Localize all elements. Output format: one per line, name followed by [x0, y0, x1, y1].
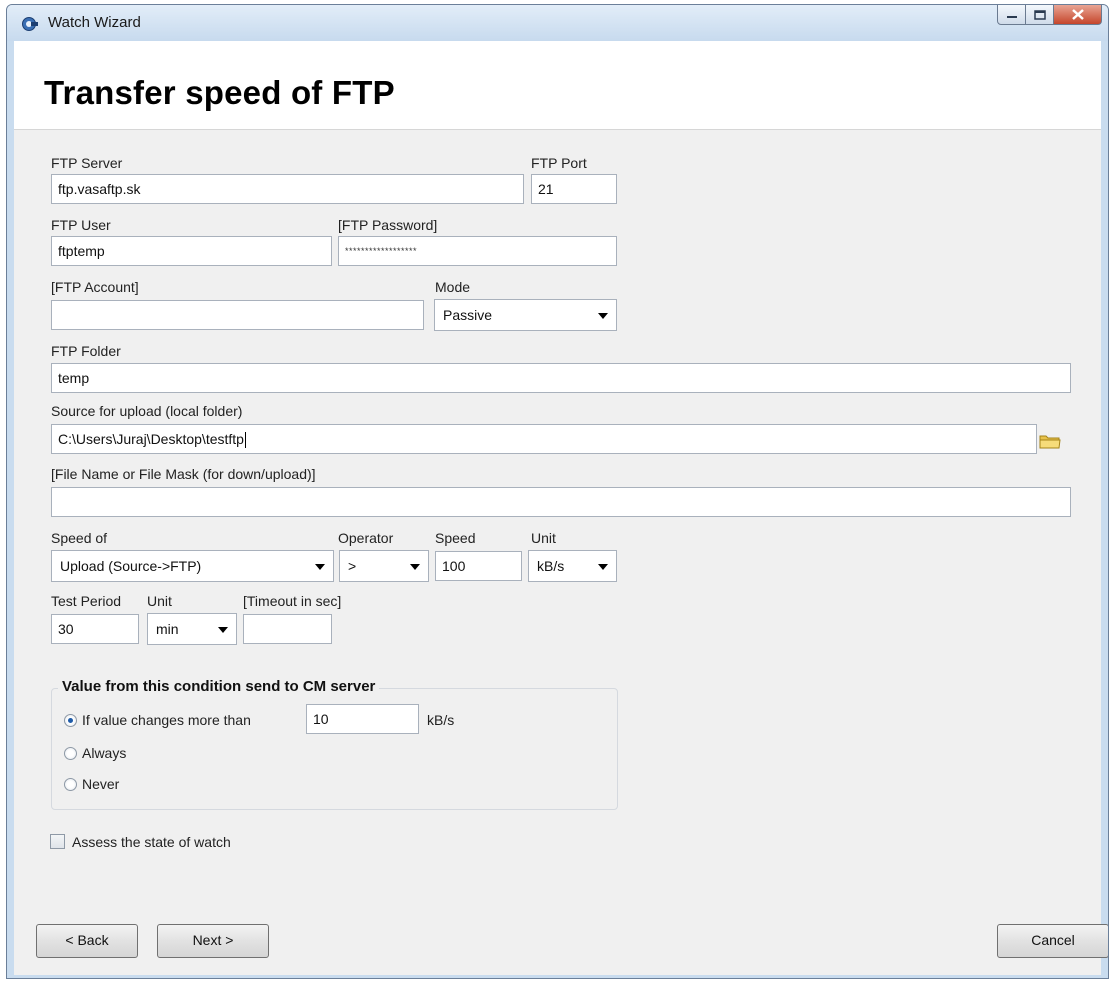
window-title: Watch Wizard — [48, 14, 141, 31]
close-icon — [1071, 9, 1084, 20]
ftp-account-label: [FTP Account] — [51, 279, 139, 295]
change-unit-label: kB/s — [427, 712, 455, 728]
radio-never-label[interactable]: Never — [82, 776, 119, 792]
ftp-password-input[interactable]: ****************** — [338, 236, 617, 266]
unit-label: Unit — [531, 530, 556, 546]
ftp-folder-label: FTP Folder — [51, 343, 121, 359]
wizard-window: Watch Wizard Transfer speed of FTP FTP S… — [6, 4, 1109, 979]
chevron-down-icon — [598, 564, 608, 570]
speed-of-label: Speed of — [51, 530, 108, 546]
radio-if-changes[interactable] — [64, 714, 77, 727]
timeout-input[interactable] — [243, 614, 332, 644]
ftp-user-input[interactable]: ftptemp — [51, 236, 332, 266]
file-mask-label: [File Name or File Mask (for down/upload… — [51, 466, 316, 482]
cancel-button[interactable]: Cancel — [997, 924, 1108, 958]
chevron-down-icon — [218, 627, 228, 633]
back-button[interactable]: < Back — [36, 924, 138, 958]
period-unit-select-value: min — [156, 621, 179, 637]
test-period-input[interactable]: 30 — [51, 614, 139, 644]
source-input-value: C:\Users\Juraj\Desktop\testftp — [58, 431, 244, 447]
ftp-server-input[interactable]: ftp.vasaftp.sk — [51, 174, 524, 204]
minimize-button[interactable] — [997, 5, 1026, 25]
radio-if-changes-label[interactable]: If value changes more than — [82, 712, 251, 728]
form-area: FTP Server ftp.vasaftp.sk FTP Port 21 FT… — [14, 129, 1108, 975]
ftp-password-label: [FTP Password] — [338, 217, 438, 233]
assess-state-checkbox[interactable] — [50, 834, 65, 849]
send-to-server-group-title: Value from this condition send to CM ser… — [58, 678, 380, 695]
minimize-icon — [1006, 15, 1017, 18]
period-unit-label: Unit — [147, 593, 172, 609]
file-mask-input[interactable] — [51, 487, 1071, 517]
operator-select[interactable]: > — [339, 550, 429, 582]
ftp-port-label: FTP Port — [531, 155, 587, 171]
change-threshold-input[interactable]: 10 — [306, 704, 419, 734]
title-bar[interactable]: Watch Wizard — [7, 5, 1108, 41]
app-icon — [22, 17, 38, 31]
operator-select-value: > — [348, 558, 357, 574]
ftp-folder-input[interactable]: temp — [51, 363, 1071, 393]
speed-of-select-value: Upload (Source->FTP) — [60, 558, 202, 574]
radio-always[interactable] — [64, 747, 77, 760]
speed-input[interactable]: 100 — [435, 551, 522, 581]
mode-label: Mode — [435, 279, 471, 295]
radio-always-label[interactable]: Always — [82, 745, 126, 761]
speed-label: Speed — [435, 530, 476, 546]
mode-select-value: Passive — [443, 307, 493, 323]
next-button[interactable]: Next > — [157, 924, 269, 958]
maximize-icon — [1033, 9, 1046, 20]
source-label: Source for upload (local folder) — [51, 403, 243, 419]
ftp-user-label: FTP User — [51, 217, 111, 233]
unit-select-value: kB/s — [537, 558, 565, 574]
unit-select[interactable]: kB/s — [528, 550, 617, 582]
chevron-down-icon — [410, 564, 420, 570]
assess-state-label[interactable]: Assess the state of watch — [72, 834, 231, 850]
mode-select[interactable]: Passive — [434, 299, 617, 331]
caption-buttons — [997, 5, 1102, 25]
ftp-port-input[interactable]: 21 — [531, 174, 617, 204]
test-period-label: Test Period — [51, 593, 122, 609]
ftp-account-input[interactable] — [51, 300, 424, 330]
speed-of-select[interactable]: Upload (Source->FTP) — [51, 550, 334, 582]
text-caret — [244, 432, 246, 449]
source-input[interactable]: C:\Users\Juraj\Desktop\testftp — [51, 424, 1037, 454]
browse-folder-icon[interactable] — [1038, 431, 1062, 451]
operator-label: Operator — [338, 530, 394, 546]
chevron-down-icon — [598, 313, 608, 319]
timeout-label: [Timeout in sec] — [243, 593, 342, 609]
chevron-down-icon — [315, 564, 325, 570]
period-unit-select[interactable]: min — [147, 613, 237, 645]
radio-never[interactable] — [64, 778, 77, 791]
wizard-header: Transfer speed of FTP — [14, 41, 1101, 129]
close-button[interactable] — [1054, 5, 1102, 25]
page-title: Transfer speed of FTP — [44, 74, 395, 111]
ftp-server-label: FTP Server — [51, 155, 123, 171]
maximize-button[interactable] — [1026, 5, 1054, 25]
